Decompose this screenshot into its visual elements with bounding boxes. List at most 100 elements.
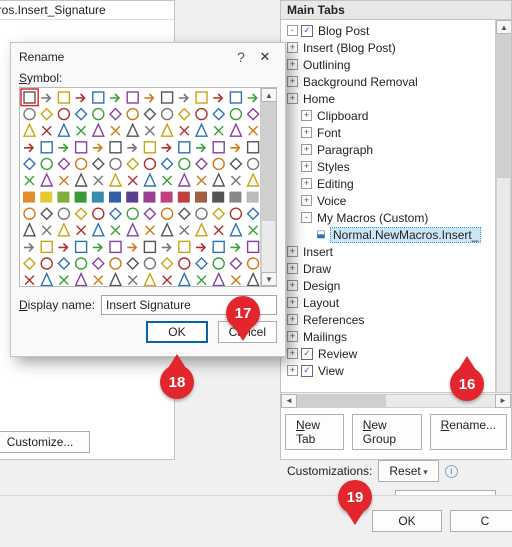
- expand-icon[interactable]: +: [287, 348, 298, 359]
- expand-icon[interactable]: +: [301, 178, 312, 189]
- collapse-icon[interactable]: -: [287, 25, 298, 36]
- tree-horizontal-scrollbar[interactable]: ◄ ►: [281, 392, 511, 408]
- ribbon-tree[interactable]: -✓Blog Post+Insert (Blog Post)+Outlining…: [281, 20, 511, 408]
- tree-node-label: Outlining: [301, 58, 352, 72]
- main-ok-button[interactable]: OK: [372, 510, 442, 532]
- expand-icon[interactable]: +: [301, 127, 312, 138]
- hscroll-thumb[interactable]: [297, 395, 386, 407]
- tree-node-label: Layout: [301, 296, 341, 310]
- expand-icon[interactable]: +: [287, 42, 298, 53]
- expand-icon[interactable]: +: [301, 110, 312, 121]
- customizations-label: Customizations:: [287, 464, 372, 478]
- tree-node-label: Mailings: [301, 330, 349, 344]
- expand-icon[interactable]: +: [287, 297, 298, 308]
- main-cancel-button-partial[interactable]: C: [450, 510, 512, 532]
- expand-icon[interactable]: +: [287, 331, 298, 342]
- collapse-icon[interactable]: -: [301, 212, 312, 223]
- rename-dialog: Rename ? ✕ Symbol: ▲ ▼ Display name: OK …: [10, 42, 286, 357]
- tree-node-label: Styles: [315, 160, 352, 174]
- scroll-thumb[interactable]: [497, 34, 510, 178]
- new-tab-button[interactable]: New Tab: [285, 414, 344, 450]
- main-tabs-header: Main Tabs: [281, 1, 511, 20]
- scroll-right-button[interactable]: ►: [495, 394, 511, 408]
- tree-node[interactable]: +Paragraph: [287, 141, 511, 158]
- close-button[interactable]: ✕: [253, 49, 277, 65]
- tree-node[interactable]: +Layout: [287, 294, 511, 311]
- expand-icon[interactable]: +: [287, 280, 298, 291]
- tree-node[interactable]: +Home: [287, 90, 511, 107]
- tree-node-label: Normal.NewMacros.Insert_: [330, 227, 481, 243]
- macro-icon: ⬓: [315, 229, 327, 241]
- customize-button[interactable]: Customize...: [0, 431, 90, 453]
- expand-icon[interactable]: +: [301, 195, 312, 206]
- tree-node[interactable]: +Design: [287, 277, 511, 294]
- grid-scroll-thumb[interactable]: [262, 102, 275, 221]
- display-name-input[interactable]: [101, 295, 277, 315]
- left-listbox-item[interactable]: Macros.Insert_Signature: [0, 1, 174, 20]
- dialog-bottom-bar: OK C: [0, 495, 512, 547]
- dialog-ok-button[interactable]: OK: [146, 321, 207, 343]
- tree-node[interactable]: +Outlining: [287, 56, 511, 73]
- tree-node[interactable]: ⬓Normal.NewMacros.Insert_: [287, 226, 511, 243]
- tree-node-label: Insert: [301, 245, 335, 259]
- tree-node[interactable]: +Voice: [287, 192, 511, 209]
- dialog-cancel-button[interactable]: Cancel: [218, 321, 277, 343]
- tree-node-label: Home: [301, 92, 337, 106]
- expand-icon[interactable]: +: [287, 93, 298, 104]
- new-group-button[interactable]: New Group: [352, 414, 422, 450]
- tree-node-label: Draw: [301, 262, 333, 276]
- tree-node[interactable]: +Insert (Blog Post): [287, 39, 511, 56]
- tree-node[interactable]: +Font: [287, 124, 511, 141]
- symbol-label: ymbol:: [27, 71, 62, 85]
- expand-icon[interactable]: +: [301, 161, 312, 172]
- scroll-left-button[interactable]: ◄: [281, 394, 297, 408]
- tree-node-label: Review: [316, 347, 359, 361]
- scroll-up-button[interactable]: ▲: [496, 20, 511, 34]
- checkbox[interactable]: ✓: [301, 25, 313, 37]
- grid-scroll-up[interactable]: ▲: [261, 88, 277, 102]
- expand-icon[interactable]: +: [287, 246, 298, 257]
- tree-node[interactable]: +Insert: [287, 243, 511, 260]
- tree-node[interactable]: +Clipboard: [287, 107, 511, 124]
- symbol-grid[interactable]: ▲ ▼: [19, 87, 277, 287]
- customizations-row: Customizations: Reset i: [281, 456, 511, 486]
- help-button[interactable]: ?: [229, 49, 253, 65]
- tab-actions-row: New Tab New Group Rename...: [281, 408, 511, 456]
- tree-node[interactable]: +Mailings: [287, 328, 511, 345]
- display-name-label: Display name:: [19, 298, 95, 312]
- checkbox[interactable]: ✓: [301, 365, 313, 377]
- tree-node-label: Font: [315, 126, 343, 140]
- expand-icon[interactable]: +: [287, 263, 298, 274]
- tree-node-label: Background Removal: [301, 75, 420, 89]
- tree-node[interactable]: +Background Removal: [287, 73, 511, 90]
- tree-node-label: My Macros (Custom): [315, 211, 430, 225]
- tree-node[interactable]: +Draw: [287, 260, 511, 277]
- dialog-title: Rename: [19, 50, 229, 64]
- tree-node[interactable]: +Styles: [287, 158, 511, 175]
- reset-dropdown[interactable]: Reset: [378, 460, 438, 482]
- expand-icon[interactable]: +: [301, 144, 312, 155]
- dialog-titlebar[interactable]: Rename ? ✕: [11, 43, 285, 71]
- tree-node[interactable]: +Editing: [287, 175, 511, 192]
- checkbox[interactable]: ✓: [301, 348, 313, 360]
- tree-node-label: Editing: [315, 177, 356, 191]
- tree-node-label: Voice: [315, 194, 348, 208]
- tree-node[interactable]: +✓Review: [287, 345, 511, 362]
- expand-icon[interactable]: +: [287, 59, 298, 70]
- keyboard-shortcuts-row: s: Customize...: [0, 431, 96, 453]
- tree-vertical-scrollbar[interactable]: ▲ ▼: [495, 20, 511, 408]
- expand-icon[interactable]: +: [287, 365, 298, 376]
- tree-node[interactable]: -My Macros (Custom): [287, 209, 511, 226]
- expand-icon[interactable]: +: [287, 314, 298, 325]
- expand-icon[interactable]: +: [287, 76, 298, 87]
- tree-node[interactable]: +References: [287, 311, 511, 328]
- grid-scroll-down[interactable]: ▼: [261, 272, 277, 286]
- tree-node[interactable]: +✓View: [287, 362, 511, 379]
- grid-vertical-scrollbar[interactable]: ▲ ▼: [260, 88, 276, 286]
- info-icon[interactable]: i: [445, 465, 458, 478]
- tree-node-label: Clipboard: [315, 109, 370, 123]
- tree-node-label: Blog Post: [316, 24, 371, 38]
- rename-button[interactable]: Rename...: [430, 414, 507, 450]
- tree-node[interactable]: -✓Blog Post: [287, 22, 511, 39]
- tree-node-label: References: [301, 313, 366, 327]
